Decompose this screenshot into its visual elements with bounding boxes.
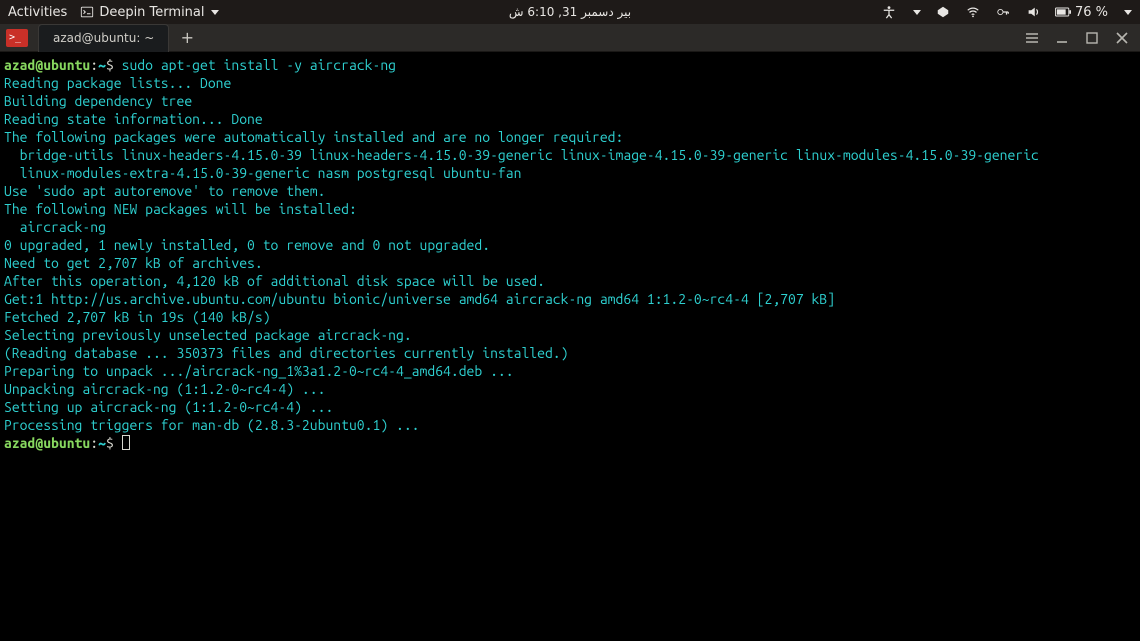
output-line: 0 upgraded, 1 newly installed, 0 to remo…	[4, 236, 1136, 254]
minimize-button[interactable]	[1054, 30, 1070, 46]
command: sudo apt-get install -y aircrack-ng	[122, 57, 396, 73]
user-icon[interactable]	[935, 4, 951, 20]
chevron-down-icon	[913, 10, 921, 15]
accessibility-icon[interactable]	[881, 4, 897, 20]
prompt-user-host: azad@ubuntu	[4, 57, 90, 73]
output-line: Preparing to unpack .../aircrack-ng_1%3a…	[4, 362, 1136, 380]
battery-indicator[interactable]: 76 %	[1055, 4, 1108, 20]
output-line: The following packages were automaticall…	[4, 128, 1136, 146]
activities-button[interactable]: Activities	[8, 5, 67, 20]
output-line: The following NEW packages will be insta…	[4, 200, 1136, 218]
wifi-icon[interactable]	[965, 4, 981, 20]
chevron-down-icon	[211, 10, 219, 15]
terminal-tab[interactable]: azad@ubuntu: ~	[38, 24, 169, 52]
battery-icon	[1055, 4, 1071, 20]
output-line: Reading package lists... Done	[4, 74, 1136, 92]
prompt-path: ~	[98, 57, 106, 73]
chevron-down-icon	[1124, 10, 1132, 15]
clock[interactable]: بير دسمبر 31, 6:10 ش	[509, 5, 631, 19]
output-line: Use 'sudo apt autoremove' to remove them…	[4, 182, 1136, 200]
menu-button[interactable]	[1024, 30, 1040, 46]
output-line: linux-modules-extra-4.15.0-39-generic na…	[4, 164, 1136, 182]
output-line: (Reading database ... 350373 files and d…	[4, 344, 1136, 362]
terminal-titlebar: azad@ubuntu: ~ +	[0, 24, 1140, 52]
output-line: Processing triggers for man-db (2.8.3-2u…	[4, 416, 1136, 434]
output-line: Get:1 http://us.archive.ubuntu.com/ubunt…	[4, 290, 1136, 308]
output-line: Need to get 2,707 kB of archives.	[4, 254, 1136, 272]
output-line: After this operation, 4,120 kB of additi…	[4, 272, 1136, 290]
tab-title: azad@ubuntu: ~	[53, 31, 154, 45]
app-icon	[6, 29, 28, 47]
output-line: Reading state information... Done	[4, 110, 1136, 128]
terminal-body[interactable]: azad@ubuntu:~$ sudo apt-get install -y a…	[0, 52, 1140, 641]
prompt-line: azad@ubuntu:~$ sudo apt-get install -y a…	[4, 56, 1136, 74]
maximize-button[interactable]	[1084, 30, 1100, 46]
output-line: Unpacking aircrack-ng (1:1.2-0~rc4-4) ..…	[4, 380, 1136, 398]
terminal-icon	[79, 4, 95, 20]
new-tab-button[interactable]: +	[175, 26, 199, 50]
output-line: Fetched 2,707 kB in 19s (140 kB/s)	[4, 308, 1136, 326]
output-line: bridge-utils linux-headers-4.15.0-39 lin…	[4, 146, 1136, 164]
output-line: aircrack-ng	[4, 218, 1136, 236]
prompt-line: azad@ubuntu:~$	[4, 434, 1136, 452]
output-line: Setting up aircrack-ng (1:1.2-0~rc4-4) .…	[4, 398, 1136, 416]
output-line: Building dependency tree	[4, 92, 1136, 110]
close-button[interactable]	[1114, 30, 1130, 46]
cursor	[122, 435, 130, 450]
gnome-top-bar: Activities Deepin Terminal بير دسمبر 31,…	[0, 0, 1140, 24]
volume-icon[interactable]	[1025, 4, 1041, 20]
app-menu-label: Deepin Terminal	[99, 5, 204, 20]
app-menu[interactable]: Deepin Terminal	[79, 4, 218, 20]
battery-percent: 76 %	[1075, 5, 1108, 20]
vpn-key-icon[interactable]	[995, 4, 1011, 20]
output-line: Selecting previously unselected package …	[4, 326, 1136, 344]
